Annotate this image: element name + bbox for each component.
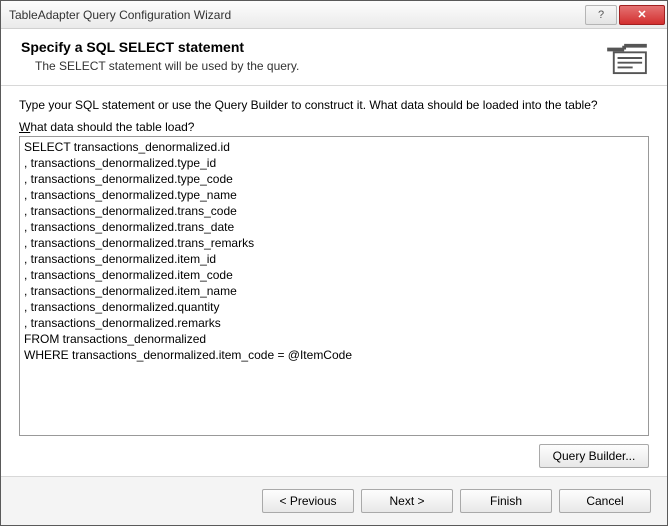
instruction-text: Type your SQL statement or use the Query… (19, 98, 649, 112)
page-title: Specify a SQL SELECT statement (21, 39, 595, 55)
page-subtitle: The SELECT statement will be used by the… (35, 59, 595, 73)
sql-textarea[interactable] (19, 136, 649, 436)
help-button[interactable]: ? (585, 5, 617, 25)
wizard-footer: < Previous Next > Finish Cancel (1, 476, 667, 525)
wizard-header: Specify a SQL SELECT statement The SELEC… (1, 29, 667, 86)
header-text: Specify a SQL SELECT statement The SELEC… (21, 39, 595, 73)
window-title: TableAdapter Query Configuration Wizard (9, 8, 583, 22)
sql-label: What data should the table load? (19, 120, 649, 134)
query-builder-row: Query Builder... (19, 444, 649, 468)
next-button[interactable]: Next > (361, 489, 453, 513)
wizard-window: TableAdapter Query Configuration Wizard … (0, 0, 668, 526)
query-builder-button[interactable]: Query Builder... (539, 444, 649, 468)
finish-button[interactable]: Finish (460, 489, 552, 513)
titlebar: TableAdapter Query Configuration Wizard … (1, 1, 667, 29)
previous-button[interactable]: < Previous (262, 489, 354, 513)
close-icon: ✕ (637, 8, 646, 21)
document-icon (603, 41, 651, 75)
help-icon: ? (598, 9, 604, 21)
close-button[interactable]: ✕ (619, 5, 665, 25)
wizard-body: Type your SQL statement or use the Query… (1, 86, 667, 476)
cancel-button[interactable]: Cancel (559, 489, 651, 513)
